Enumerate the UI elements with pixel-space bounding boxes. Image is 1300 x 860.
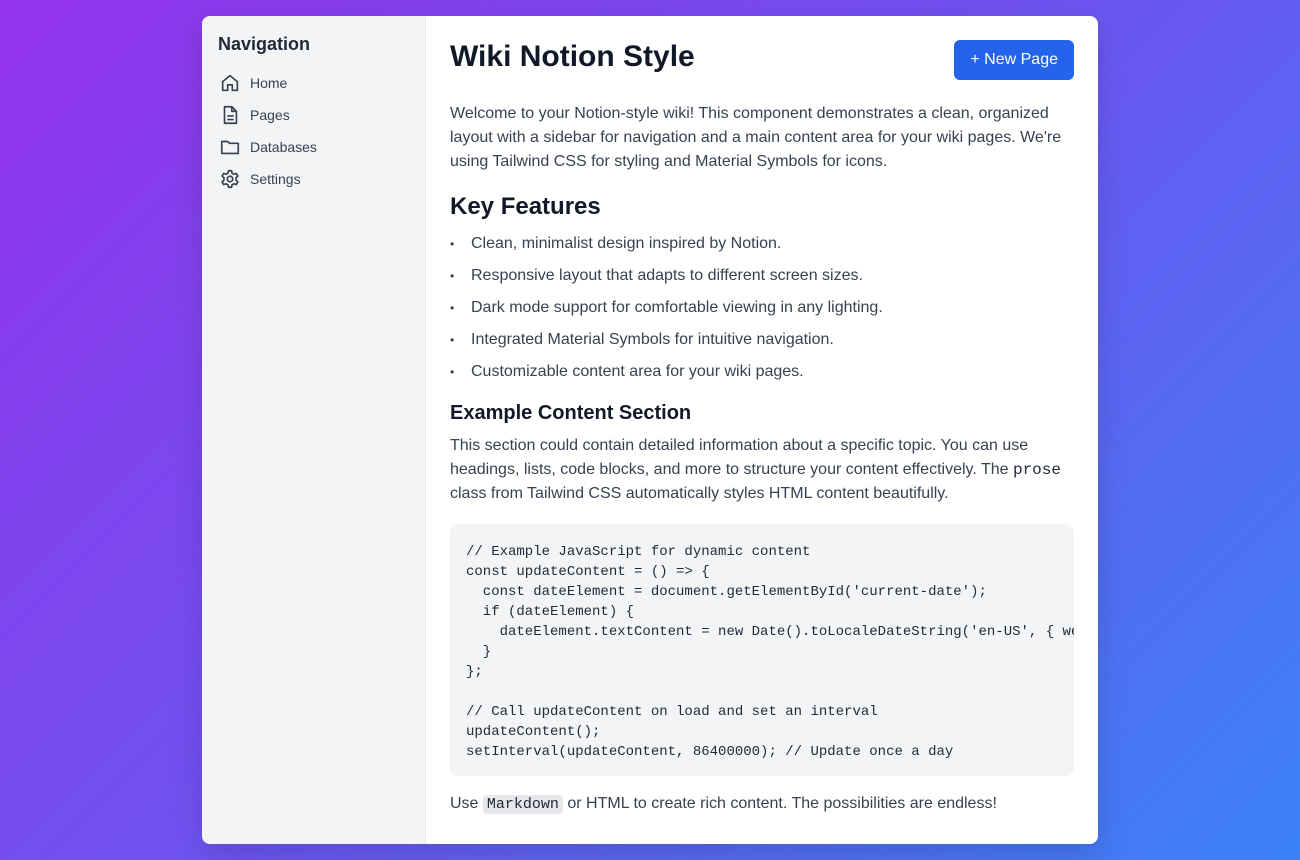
sidebar-item-databases[interactable]: Databases xyxy=(218,131,409,163)
sidebar-item-pages[interactable]: Pages xyxy=(218,99,409,131)
sidebar-item-settings[interactable]: Settings xyxy=(218,163,409,195)
example-paragraph: This section could contain detailed info… xyxy=(450,437,1061,502)
sidebar-item-label: Databases xyxy=(250,139,317,155)
intro-paragraph: Welcome to your Notion-style wiki! This … xyxy=(450,105,1062,170)
list-item: • Customizable content area for your wiki… xyxy=(450,363,804,380)
list-item: • Dark mode support for comfortable viewi… xyxy=(450,299,883,316)
sidebar-item-label: Home xyxy=(250,75,288,91)
document-icon xyxy=(218,103,242,127)
markdown-chip: Markdown xyxy=(482,795,563,814)
list-item: • Integrated Material Symbols for intuiti… xyxy=(450,331,834,348)
sidebar-item-label: Pages xyxy=(250,107,290,123)
list-item: • Responsive layout that adapts to differ… xyxy=(450,267,863,284)
sidebar-item-label: Settings xyxy=(250,171,301,187)
sidebar-title: Navigation xyxy=(218,34,311,54)
footer-paragraph: Use Markdown or HTML to create rich cont… xyxy=(450,795,997,814)
features-heading: Key Features xyxy=(450,193,601,220)
gear-icon xyxy=(218,167,242,191)
sidebar-item-home[interactable]: Home xyxy=(218,67,409,99)
list-item: • Clean, minimalist design inspired by No… xyxy=(450,235,782,252)
folder-icon xyxy=(218,135,242,159)
page-header: Wiki Notion Style + New Page xyxy=(450,40,1074,102)
home-icon xyxy=(218,71,242,95)
app-window: Navigation Home Pages Databases Settings… xyxy=(202,16,1098,844)
page-title: Wiki Notion Style xyxy=(450,40,695,73)
new-page-button[interactable]: + New Page xyxy=(954,40,1074,80)
sidebar: Navigation Home Pages Databases Settings xyxy=(202,16,426,844)
features-list: • Clean, minimalist design inspired by No… xyxy=(450,228,1074,388)
code-block: // Example JavaScript for dynamic conten… xyxy=(450,524,1074,776)
example-heading: Example Content Section xyxy=(450,402,692,424)
main-content: Wiki Notion Style + New Page Welcome to … xyxy=(426,16,1098,844)
inline-code: prose xyxy=(1012,461,1061,479)
